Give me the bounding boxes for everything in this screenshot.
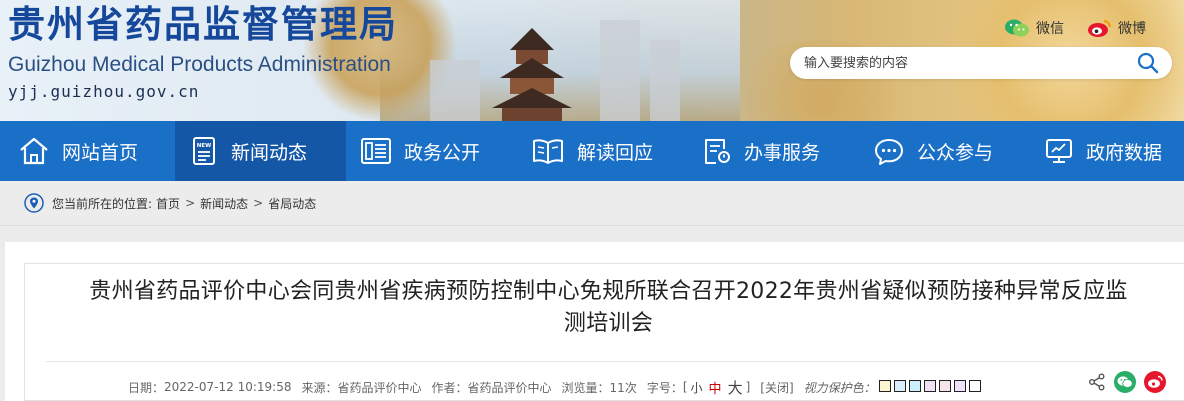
weibo-label: 微博: [1118, 21, 1146, 37]
author-label: 作者：: [431, 380, 468, 395]
nav-label-news: 新闻动态: [231, 141, 308, 164]
search-icon[interactable]: [1136, 51, 1160, 75]
nav-label-interpretation: 解读回应: [577, 141, 654, 164]
nav-item-public-participation[interactable]: 公众参与: [859, 121, 1030, 181]
weibo-icon: [1088, 20, 1111, 37]
site-url: yjj.guizhou.gov.cn: [8, 82, 200, 101]
nav-item-news[interactable]: NEW 新闻动态: [175, 121, 346, 181]
share-weibo-button[interactable]: [1144, 371, 1166, 393]
breadcrumb-separator: >: [185, 196, 196, 210]
eye-care-swatch-4[interactable]: [923, 379, 936, 392]
nav-item-interpretation[interactable]: 解读回应: [517, 121, 688, 181]
eye-care-swatch-6[interactable]: [953, 379, 966, 392]
font-size-large-button[interactable]: 大: [728, 377, 743, 398]
weibo-link[interactable]: 微博: [1086, 18, 1146, 38]
nav-label-home: 网站首页: [62, 141, 139, 164]
article-meta: 日期： 2022-07-12 10:19:58 来源： 省药品评价中心 作者： …: [128, 377, 981, 398]
source-value: 省药品评价中心: [337, 380, 422, 395]
home-icon: [20, 137, 48, 165]
nav-label-public-participation: 公众参与: [917, 141, 994, 164]
service-form-icon: [705, 139, 730, 164]
search-box: [790, 47, 1172, 79]
font-size-medium-button[interactable]: 中: [709, 378, 722, 397]
nav-item-services[interactable]: 办事服务: [688, 121, 859, 181]
location-pin-icon: [24, 193, 44, 213]
publish-date: 2022-07-12 10:19:58: [164, 380, 292, 394]
eye-care-swatch-3[interactable]: [908, 379, 921, 392]
share-wechat-button[interactable]: [1114, 371, 1136, 393]
source-label: 来源：: [301, 380, 338, 395]
main-navigation: 网站首页 NEW 新闻动态 政务公开 解读回应 办事服务 公众参与 政府数据: [0, 121, 1184, 181]
search-input[interactable]: [804, 47, 1114, 79]
monitor-chart-icon: [1046, 139, 1072, 163]
share-bar: [1088, 371, 1166, 393]
share-icon[interactable]: [1088, 373, 1106, 391]
document-list-icon: [361, 138, 391, 164]
site-title-english: Guizhou Medical Products Administration: [8, 53, 391, 76]
close-page-link[interactable]: [关闭]: [760, 379, 793, 396]
breadcrumb-link-home[interactable]: 首页: [156, 195, 180, 212]
article-title: 贵州省药品评价中心会同贵州省疾病预防控制中心免规所联合召开2022年贵州省疑似预…: [46, 276, 1171, 340]
breadcrumb-link-news[interactable]: 新闻动态: [200, 195, 248, 212]
wechat-icon: [1117, 376, 1133, 388]
svg-text:NEW: NEW: [197, 143, 211, 149]
eye-care-swatch-2[interactable]: [893, 379, 906, 392]
font-size-small-button[interactable]: 小: [691, 379, 703, 396]
wechat-icon: [1005, 19, 1029, 37]
nav-label-government-data: 政府数据: [1086, 141, 1163, 164]
nav-item-home[interactable]: 网站首页: [0, 121, 175, 181]
article-title-line2: 测培训会: [563, 311, 654, 336]
breadcrumb-separator: >: [253, 196, 264, 210]
eye-care-swatch-7[interactable]: [968, 379, 981, 392]
article-title-line1: 贵州省药品评价中心会同贵州省疾病预防控制中心免规所联合召开2022年贵州省疑似预…: [89, 279, 1128, 304]
meta-divider: [46, 361, 1160, 362]
news-icon: NEW: [193, 137, 215, 165]
eye-care-label: 视力保护色：: [803, 380, 876, 395]
nav-label-government-affairs: 政务公开: [404, 141, 481, 164]
site-title: 贵州省药品监督管理局: [8, 3, 398, 46]
header-banner: 贵州省药品监督管理局 Guizhou Medical Products Admi…: [0, 0, 1184, 121]
breadcrumb-link-bureau-news[interactable]: 省局动态: [268, 195, 316, 212]
wechat-link[interactable]: 微信: [1004, 18, 1064, 38]
eye-care-swatch-1[interactable]: [878, 379, 891, 392]
wechat-label: 微信: [1036, 21, 1064, 37]
chat-bubble-icon: [875, 139, 903, 165]
breadcrumb-prefix: 您当前所在的位置:: [52, 196, 153, 211]
nav-item-government-data[interactable]: 政府数据: [1030, 121, 1184, 181]
breadcrumb: 您当前所在的位置: 首页 > 新闻动态 > 省局动态: [24, 193, 316, 213]
weibo-icon: [1148, 375, 1163, 388]
font-size-bracket-close: ]: [745, 380, 751, 394]
nav-item-government-affairs[interactable]: 政务公开: [346, 121, 517, 181]
eye-care-swatch-5[interactable]: [938, 379, 951, 392]
views-value: 11次: [609, 380, 637, 395]
font-size-label: 字号：: [646, 380, 683, 395]
author-value: 省药品评价中心: [467, 380, 552, 395]
eye-care-swatches: [876, 379, 981, 395]
nav-label-services: 办事服务: [744, 141, 821, 164]
views-label: 浏览量：: [561, 380, 610, 395]
breadcrumb-divider: [0, 225, 1184, 226]
date-label: 日期：: [128, 380, 165, 395]
pagoda-illustration: [492, 28, 572, 121]
font-size-bracket-open: [: [682, 380, 688, 394]
open-book-icon: [533, 139, 563, 164]
